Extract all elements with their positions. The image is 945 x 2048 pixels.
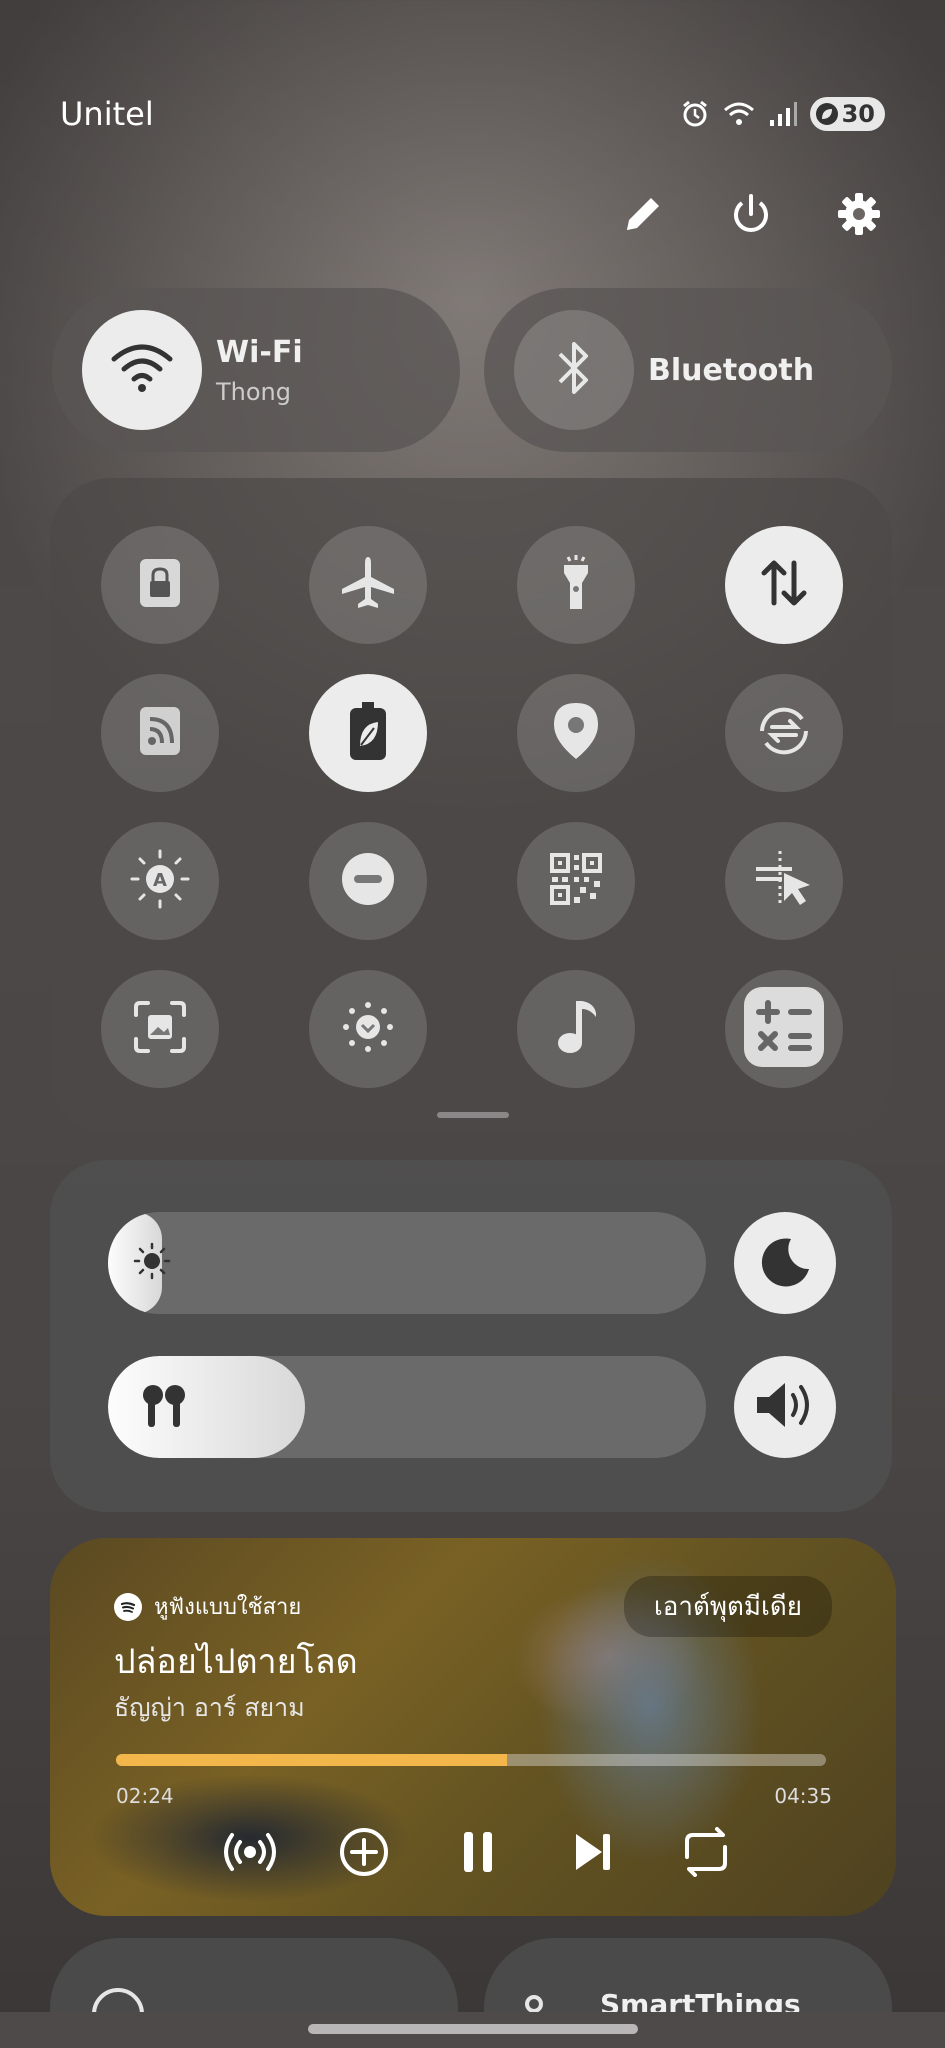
- pause-icon: [458, 1829, 498, 1879]
- brightness-slider[interactable]: [108, 1212, 706, 1314]
- location-icon: [552, 701, 600, 765]
- battery-level: 30: [841, 100, 875, 128]
- svg-text:A: A: [153, 870, 167, 891]
- auto-brightness-icon: A: [128, 847, 192, 915]
- speaker-icon: [753, 1377, 817, 1437]
- next-track-button[interactable]: [562, 1824, 622, 1884]
- settings-button[interactable]: [831, 188, 887, 244]
- wifi-label: Wi-Fi: [216, 334, 303, 370]
- bluetooth-toggle-button[interactable]: [514, 310, 634, 430]
- wifi-text: Wi-Fi Thong: [216, 335, 303, 406]
- screenshot-icon: [132, 999, 188, 1059]
- home-indicator[interactable]: [308, 2024, 638, 2034]
- tile-nfc[interactable]: [101, 674, 219, 792]
- calculator-icon: [741, 984, 827, 1074]
- quick-settings-panel: A: [50, 478, 892, 1134]
- sync-icon: [754, 701, 814, 765]
- pause-button[interactable]: [448, 1824, 508, 1884]
- spotify-icon: [114, 1592, 142, 1621]
- volume-fill[interactable]: [108, 1356, 306, 1458]
- elapsed-time: 02:24: [116, 1784, 174, 1808]
- edit-button[interactable]: [615, 188, 671, 244]
- battery-icon: [815, 103, 838, 125]
- tile-location[interactable]: [517, 674, 635, 792]
- plus-circle-icon: [338, 1826, 390, 1882]
- sound-mode-button[interactable]: [734, 1356, 836, 1458]
- wifi-toggle-button[interactable]: [82, 310, 202, 430]
- power-button[interactable]: [723, 188, 779, 244]
- nfc-icon: [138, 705, 182, 761]
- bluetooth-icon: [554, 338, 594, 402]
- tile-mobile-data[interactable]: [725, 526, 843, 644]
- tile-do-not-disturb[interactable]: [309, 822, 427, 940]
- media-header: หูฟังแบบใช้สาย เอาต์พุตมีเดีย: [114, 1576, 832, 1637]
- sliders-panel: [50, 1160, 892, 1512]
- edit-icon: [621, 192, 665, 240]
- tile-airplane-mode[interactable]: [309, 526, 427, 644]
- wifi-network-name: Thong: [216, 377, 291, 406]
- airplane-icon: [338, 553, 398, 617]
- brightness-fill[interactable]: [108, 1212, 171, 1314]
- earbuds-icon: [138, 1379, 190, 1435]
- volume-slider[interactable]: [108, 1356, 706, 1458]
- tile-screen-capture[interactable]: [101, 970, 219, 1088]
- lock-icon: [138, 557, 182, 613]
- data-arrows-icon: [756, 555, 812, 615]
- eye-comfort-icon: [340, 999, 396, 1059]
- battery-leaf-icon: [348, 700, 388, 766]
- signal-icon: [766, 97, 800, 131]
- tile-qr-scanner[interactable]: [517, 822, 635, 940]
- top-actions: [615, 188, 887, 244]
- add-to-library-button[interactable]: [334, 1824, 394, 1884]
- media-progress-fill: [116, 1754, 507, 1766]
- cursor-icon: [752, 847, 816, 915]
- bluetooth-text: Bluetooth: [648, 353, 814, 388]
- song-title: ปล่อยไปตายโลด: [114, 1642, 358, 1682]
- bluetooth-toggle[interactable]: Bluetooth: [484, 288, 892, 452]
- minus-circle-icon: [340, 851, 396, 911]
- media-source: หูฟังแบบใช้สาย: [114, 1589, 301, 1624]
- media-controls: [220, 1824, 736, 1884]
- wifi-icon: [722, 97, 756, 131]
- power-icon: [729, 192, 773, 240]
- repeat-icon: [679, 1827, 733, 1881]
- expand-handle[interactable]: [437, 1112, 509, 1118]
- tile-auto-brightness[interactable]: A: [101, 822, 219, 940]
- media-player-card[interactable]: หูฟังแบบใช้สาย เอาต์พุตมีเดีย ปล่อยไปตาย…: [50, 1538, 896, 1916]
- qr-icon: [548, 851, 604, 911]
- song-artist: ธัญญ่า อาร์ สยาม: [114, 1693, 305, 1722]
- tile-power-saving[interactable]: [309, 674, 427, 792]
- wifi-toggle[interactable]: Wi-Fi Thong: [52, 288, 460, 452]
- tile-eye-comfort[interactable]: [309, 970, 427, 1088]
- media-app-label: หูฟังแบบใช้สาย: [154, 1595, 302, 1620]
- skip-next-icon: [570, 1830, 614, 1878]
- media-progress-bar[interactable]: [116, 1754, 826, 1766]
- repeat-button[interactable]: [676, 1824, 736, 1884]
- sun-icon: [132, 1241, 172, 1285]
- broadcast-icon: [222, 1827, 278, 1881]
- wifi-icon: [110, 341, 174, 399]
- settings-icon: [836, 191, 882, 241]
- tile-flashlight[interactable]: [517, 526, 635, 644]
- media-output-button[interactable]: เอาต์พุตมีเดีย: [623, 1576, 832, 1637]
- music-note-icon: [554, 997, 598, 1061]
- tile-interaction-control[interactable]: [725, 822, 843, 940]
- status-bar: Unitel 30: [60, 92, 885, 136]
- moon-icon: [757, 1233, 813, 1293]
- alarm-icon: [678, 97, 712, 131]
- flashlight-icon: [556, 553, 596, 617]
- total-time: 04:35: [774, 1784, 832, 1808]
- carrier-name: Unitel: [60, 95, 154, 133]
- bluetooth-label: Bluetooth: [648, 352, 815, 388]
- tile-sync[interactable]: [725, 674, 843, 792]
- tile-secure-folder[interactable]: [101, 526, 219, 644]
- battery-indicator: 30: [809, 97, 885, 131]
- dark-mode-button[interactable]: [734, 1212, 836, 1314]
- tile-music-share[interactable]: [517, 970, 635, 1088]
- tile-calculator[interactable]: [725, 970, 843, 1088]
- status-icons: 30: [678, 97, 885, 131]
- cast-button[interactable]: [220, 1824, 280, 1884]
